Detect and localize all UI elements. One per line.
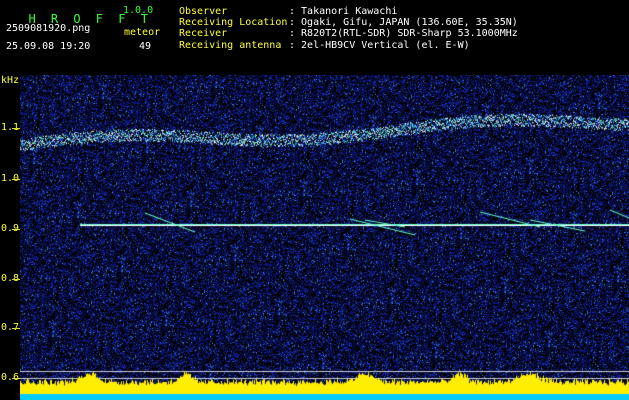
khz-tick bbox=[12, 229, 20, 230]
info-key-location: Receiving Location bbox=[179, 17, 288, 28]
khz-tick bbox=[12, 128, 20, 129]
info-value-location: : Ogaki, Gifu, JAPAN (136.60E, 35.35N) bbox=[289, 17, 518, 28]
khz-unit-label: kHz bbox=[1, 75, 20, 86]
info-value-antenna: : 2el-HB9CV Vertical (el. E-W) bbox=[289, 40, 470, 51]
info-key-observer: Observer bbox=[179, 6, 228, 17]
khz-tick bbox=[12, 179, 20, 180]
file-name: 2509081920.png bbox=[6, 23, 91, 34]
info-value-receiver: : R820T2(RTL-SDR) SDR-Sharp 53.1000MHz bbox=[289, 28, 518, 39]
spectrogram-canvas bbox=[20, 75, 629, 400]
khz-tick bbox=[12, 328, 20, 329]
info-value-observer: : Takanori Kawachi bbox=[289, 6, 398, 17]
khz-tick bbox=[12, 378, 20, 379]
file-datetime: 25.09.08 19:20 bbox=[6, 41, 91, 52]
app-version: 1.0.0 bbox=[123, 5, 154, 16]
meteor-label: meteor bbox=[124, 27, 161, 38]
meteor-count: 49 bbox=[139, 41, 152, 52]
info-key-receiver: Receiver bbox=[179, 28, 228, 39]
spectrogram bbox=[20, 75, 629, 400]
khz-tick bbox=[12, 279, 20, 280]
info-key-antenna: Receiving antenna bbox=[179, 40, 282, 51]
